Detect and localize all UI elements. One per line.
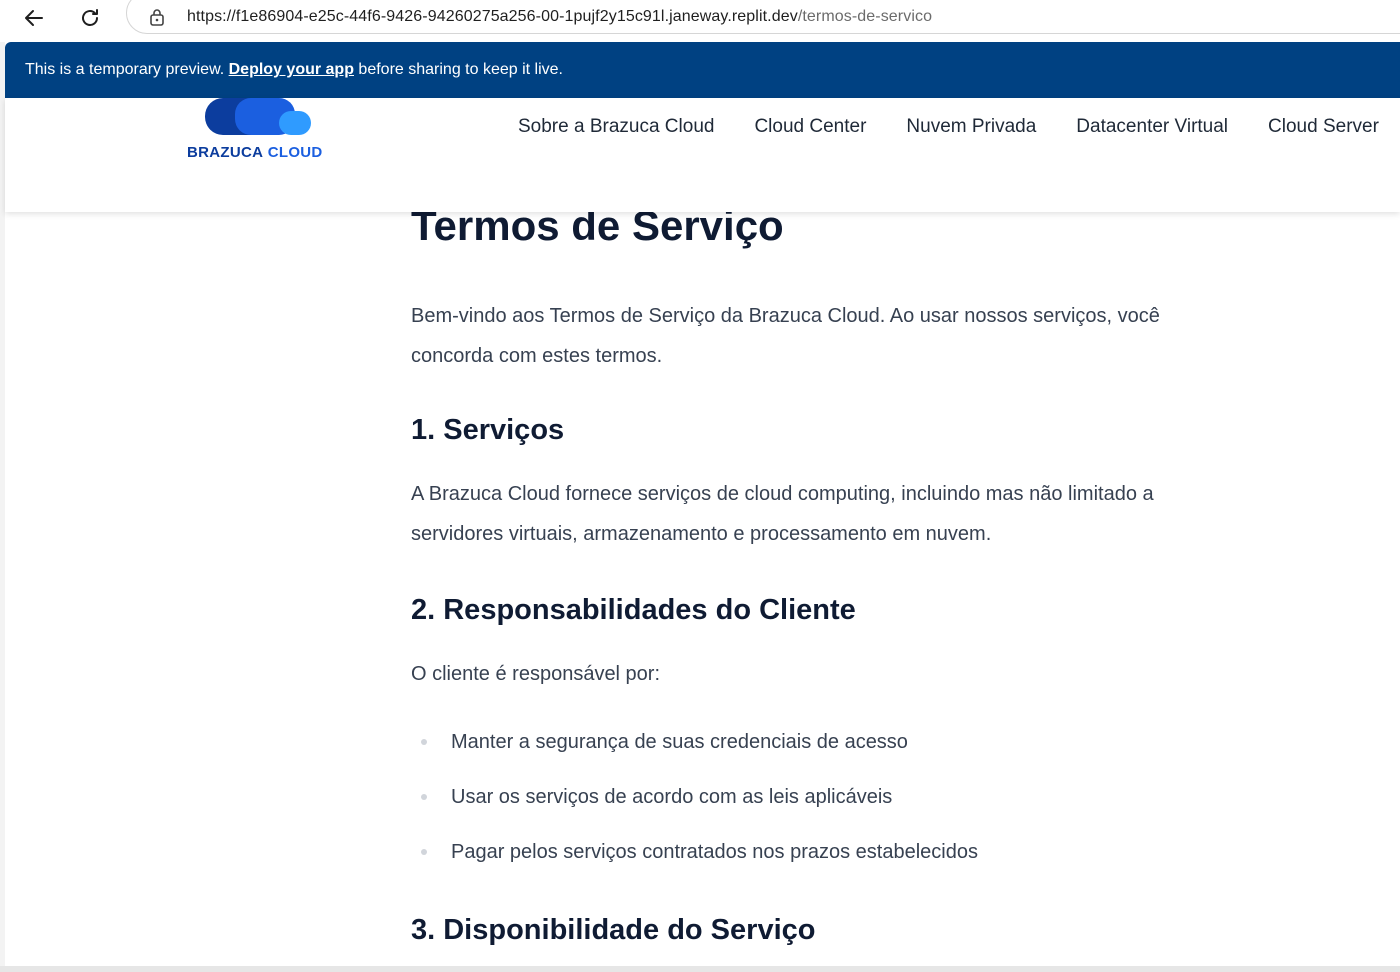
- page-title: Termos de Serviço: [411, 205, 1241, 252]
- bullet-icon: [421, 739, 427, 745]
- nav-nuvem-privada[interactable]: Nuvem Privada: [906, 116, 1036, 138]
- back-button[interactable]: [20, 4, 48, 32]
- section-heading-responsabilidades: 2. Responsabilidades do Cliente: [411, 594, 856, 626]
- section-text-responsabilidades: O cliente é responsável por:: [411, 663, 661, 685]
- banner-suffix: before sharing to keep it live.: [353, 61, 563, 78]
- url-path: /termos-de-servico: [797, 8, 933, 25]
- list-item: Pagar pelos serviços contratados nos pra…: [411, 834, 978, 889]
- section-heading-servicos: 1. Serviços: [411, 414, 565, 446]
- list-item: Manter a segurança de suas credenciais d…: [411, 724, 978, 779]
- nav-sobre[interactable]: Sobre a Brazuca Cloud: [518, 116, 714, 138]
- cloud-logo-icon: [205, 98, 311, 135]
- section-heading-disponibilidade: 3. Disponibilidade do Serviço: [411, 914, 816, 946]
- list-item-text: Pagar pelos serviços contratados nos pra…: [451, 841, 978, 863]
- nav-cloud-server[interactable]: Cloud Server: [1268, 116, 1379, 138]
- logo-text: BRAZUCA CLOUD: [187, 144, 323, 161]
- site-header: BRAZUCA CLOUD Sobre a Brazuca Cloud Clou…: [5, 98, 1400, 212]
- list-item-text: Manter a segurança de suas credenciais d…: [451, 731, 908, 753]
- arrow-left-icon: [25, 10, 43, 26]
- nav-datacenter-virtual[interactable]: Datacenter Virtual: [1076, 116, 1228, 138]
- preview-banner: This is a temporary preview. Deploy your…: [5, 42, 1400, 98]
- address-bar[interactable]: https://f1e86904-e25c-44f6-9426-94260275…: [126, 0, 1400, 34]
- logo-word-brazuca: BRAZUCA: [187, 144, 264, 161]
- window-bottom-edge: [0, 966, 1400, 972]
- section-text-servicos: A Brazuca Cloud fornece serviços de clou…: [411, 483, 1154, 545]
- lock-icon: [150, 9, 164, 26]
- bullet-icon: [421, 849, 427, 855]
- intro-paragraph: Bem-vindo aos Termos de Serviço da Brazu…: [411, 305, 1160, 367]
- main-nav: Sobre a Brazuca Cloud Cloud Center Nuvem…: [518, 116, 1379, 138]
- nav-cloud-center[interactable]: Cloud Center: [754, 116, 866, 138]
- url-host: https://f1e86904-e25c-44f6-9426-94260275…: [187, 8, 798, 25]
- terms-content: Termos de Serviço Bem-vindo aos Termos d…: [411, 205, 1241, 947]
- responsibilities-list: Manter a segurança de suas credenciais d…: [411, 724, 978, 889]
- logo-word-cloud: CLOUD: [263, 144, 323, 161]
- list-item-text: Usar os serviços de acordo com as leis a…: [451, 786, 893, 808]
- brazuca-logo[interactable]: BRAZUCA CLOUD: [187, 98, 337, 168]
- reload-button[interactable]: [76, 4, 104, 32]
- banner-prefix: This is a temporary preview.: [25, 61, 229, 78]
- deploy-link[interactable]: Deploy your app: [229, 61, 354, 78]
- url-text: https://f1e86904-e25c-44f6-9426-94260275…: [187, 8, 932, 26]
- bullet-icon: [421, 794, 427, 800]
- browser-toolbar: https://f1e86904-e25c-44f6-9426-94260275…: [0, 0, 1400, 42]
- list-item: Usar os serviços de acordo com as leis a…: [411, 779, 978, 834]
- reload-icon: [82, 9, 98, 26]
